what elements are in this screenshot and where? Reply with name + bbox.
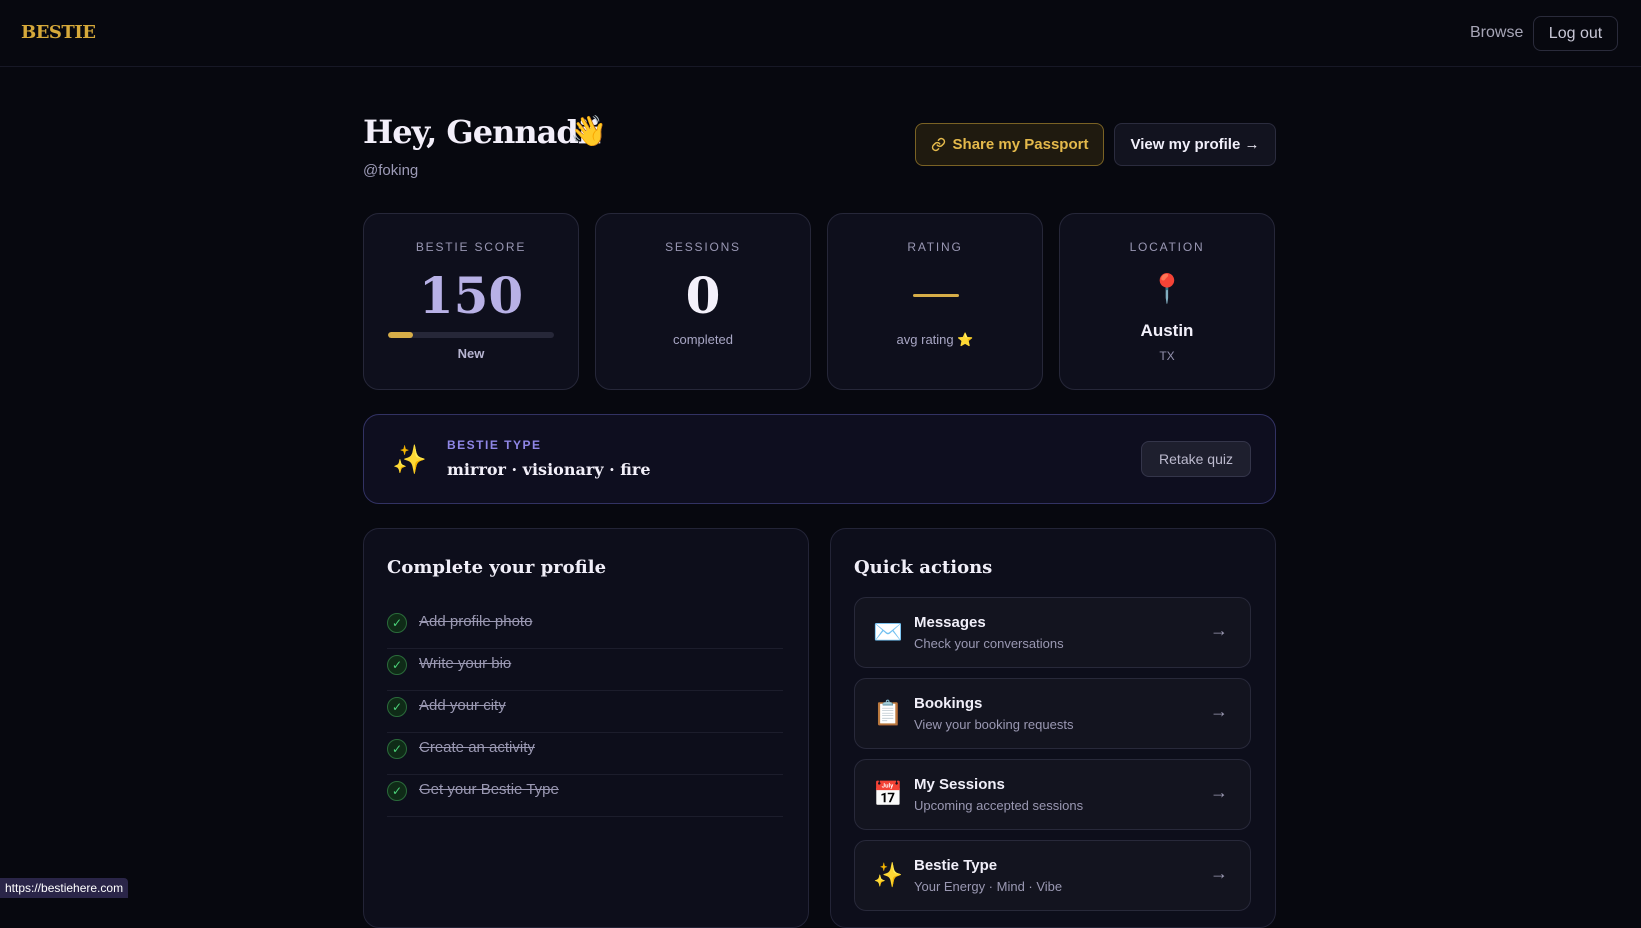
share-passport-button[interactable]: Share my Passport [915, 123, 1104, 166]
quick-action-subtitle: Check your conversations [914, 636, 1064, 651]
check-icon: ✓ [387, 781, 407, 801]
checklist-item[interactable]: ✓ Write your bio [387, 649, 783, 691]
bestie-type-card: ✨ BESTIE TYPE mirror · visionary · fire … [363, 414, 1276, 504]
quick-action-title: My Sessions [914, 776, 1005, 793]
rating-label: RATING [907, 240, 963, 254]
dashboard-main: Hey, Gennadii 👋 @foking Share my Passpor… [363, 0, 1276, 928]
retake-quiz-button[interactable]: Retake quiz [1141, 441, 1251, 477]
logout-button[interactable]: Log out [1533, 16, 1618, 51]
rating-sub: avg rating ⭐ [896, 332, 974, 347]
quick-action-sessions[interactable]: 📅 My Sessions Upcoming accepted sessions… [854, 759, 1251, 830]
link-icon [931, 137, 945, 152]
check-icon: ✓ [387, 655, 407, 675]
quick-action-title: Bestie Type [914, 857, 998, 874]
bestie-score-card: BESTIE SCORE 150 New [363, 213, 579, 390]
arrow-right-icon: → [1210, 620, 1228, 640]
sessions-card: SESSIONS 0 completed [595, 213, 811, 390]
checklist-item-label: Add profile photo [419, 613, 533, 630]
arrow-right-icon: → [1210, 701, 1228, 721]
quick-action-subtitle: View your booking requests [914, 717, 1074, 732]
view-profile-button[interactable]: View my profile → [1114, 123, 1276, 166]
checklist-item-label: Write your bio [419, 655, 512, 672]
check-icon: ✓ [387, 697, 407, 717]
arrow-right-icon: → [1210, 863, 1228, 883]
sessions-label: SESSIONS [665, 240, 741, 254]
rating-empty-dash [913, 294, 959, 297]
sparkles-icon: ✨ [873, 862, 903, 889]
checklist-item[interactable]: ✓ Add profile photo [387, 607, 783, 649]
location-state: TX [1159, 349, 1175, 363]
checklist-item-label: Create an activity [419, 739, 535, 756]
score-value: 150 [418, 266, 524, 325]
arrow-right-icon: → [1210, 782, 1228, 802]
quick-action-bestie-type[interactable]: ✨ Bestie Type Your Energy · Mind · Vibe … [854, 840, 1251, 911]
clipboard-icon: 📋 [873, 700, 903, 727]
quick-action-subtitle: Upcoming accepted sessions [914, 798, 1084, 813]
check-icon: ✓ [387, 739, 407, 759]
bestie-type-value: mirror · visionary · fire [447, 460, 651, 479]
wave-icon: 👋 [570, 115, 608, 148]
sessions-value: 0 [685, 266, 721, 325]
quick-action-title: Bookings [914, 695, 983, 712]
status-bar-url: https://bestiehere.com [0, 878, 129, 898]
location-card: LOCATION 📍 Austin TX [1059, 213, 1275, 390]
bestie-type-label: BESTIE TYPE [447, 438, 542, 452]
complete-profile-title: Complete your profile [387, 557, 607, 578]
quick-action-bookings[interactable]: 📋 Bookings View your booking requests → [854, 678, 1251, 749]
share-passport-label: Share my Passport [952, 136, 1089, 153]
location-label: LOCATION [1129, 240, 1205, 254]
browse-link[interactable]: Browse [1470, 24, 1523, 42]
quick-action-title: Messages [914, 614, 986, 631]
checklist-item-label: Add your city [419, 697, 506, 714]
checklist-item[interactable]: ✓ Add your city [387, 691, 783, 733]
complete-profile-panel: Complete your profile ✓ Add profile phot… [363, 528, 809, 928]
location-city: Austin [1140, 321, 1194, 340]
rating-card: RATING avg rating ⭐ [827, 213, 1043, 390]
logo[interactable]: BESTIE [21, 22, 96, 43]
username-handle: @foking [363, 162, 419, 179]
envelope-icon: ✉️ [873, 619, 903, 646]
quick-action-messages[interactable]: ✉️ Messages Check your conversations → [854, 597, 1251, 668]
score-label: BESTIE SCORE [415, 240, 527, 254]
greeting-title: Hey, Gennadii [363, 113, 601, 151]
checklist-item-label: Get your Bestie Type [419, 781, 559, 798]
score-level: New [457, 346, 485, 361]
quick-actions-title: Quick actions [854, 557, 993, 578]
quick-actions-panel: Quick actions ✉️ Messages Check your con… [830, 528, 1276, 928]
calendar-icon: 📅 [873, 781, 903, 808]
score-progress-fill [388, 332, 413, 338]
sessions-sub: completed [673, 332, 733, 347]
pin-icon: 📍 [1149, 273, 1185, 304]
sparkles-icon: ✨ [392, 444, 427, 475]
quick-action-subtitle: Your Energy · Mind · Vibe [914, 879, 1063, 894]
checklist-item[interactable]: ✓ Create an activity [387, 733, 783, 775]
check-icon: ✓ [387, 613, 407, 633]
checklist-item[interactable]: ✓ Get your Bestie Type [387, 775, 783, 817]
score-progress-bar [388, 332, 554, 338]
